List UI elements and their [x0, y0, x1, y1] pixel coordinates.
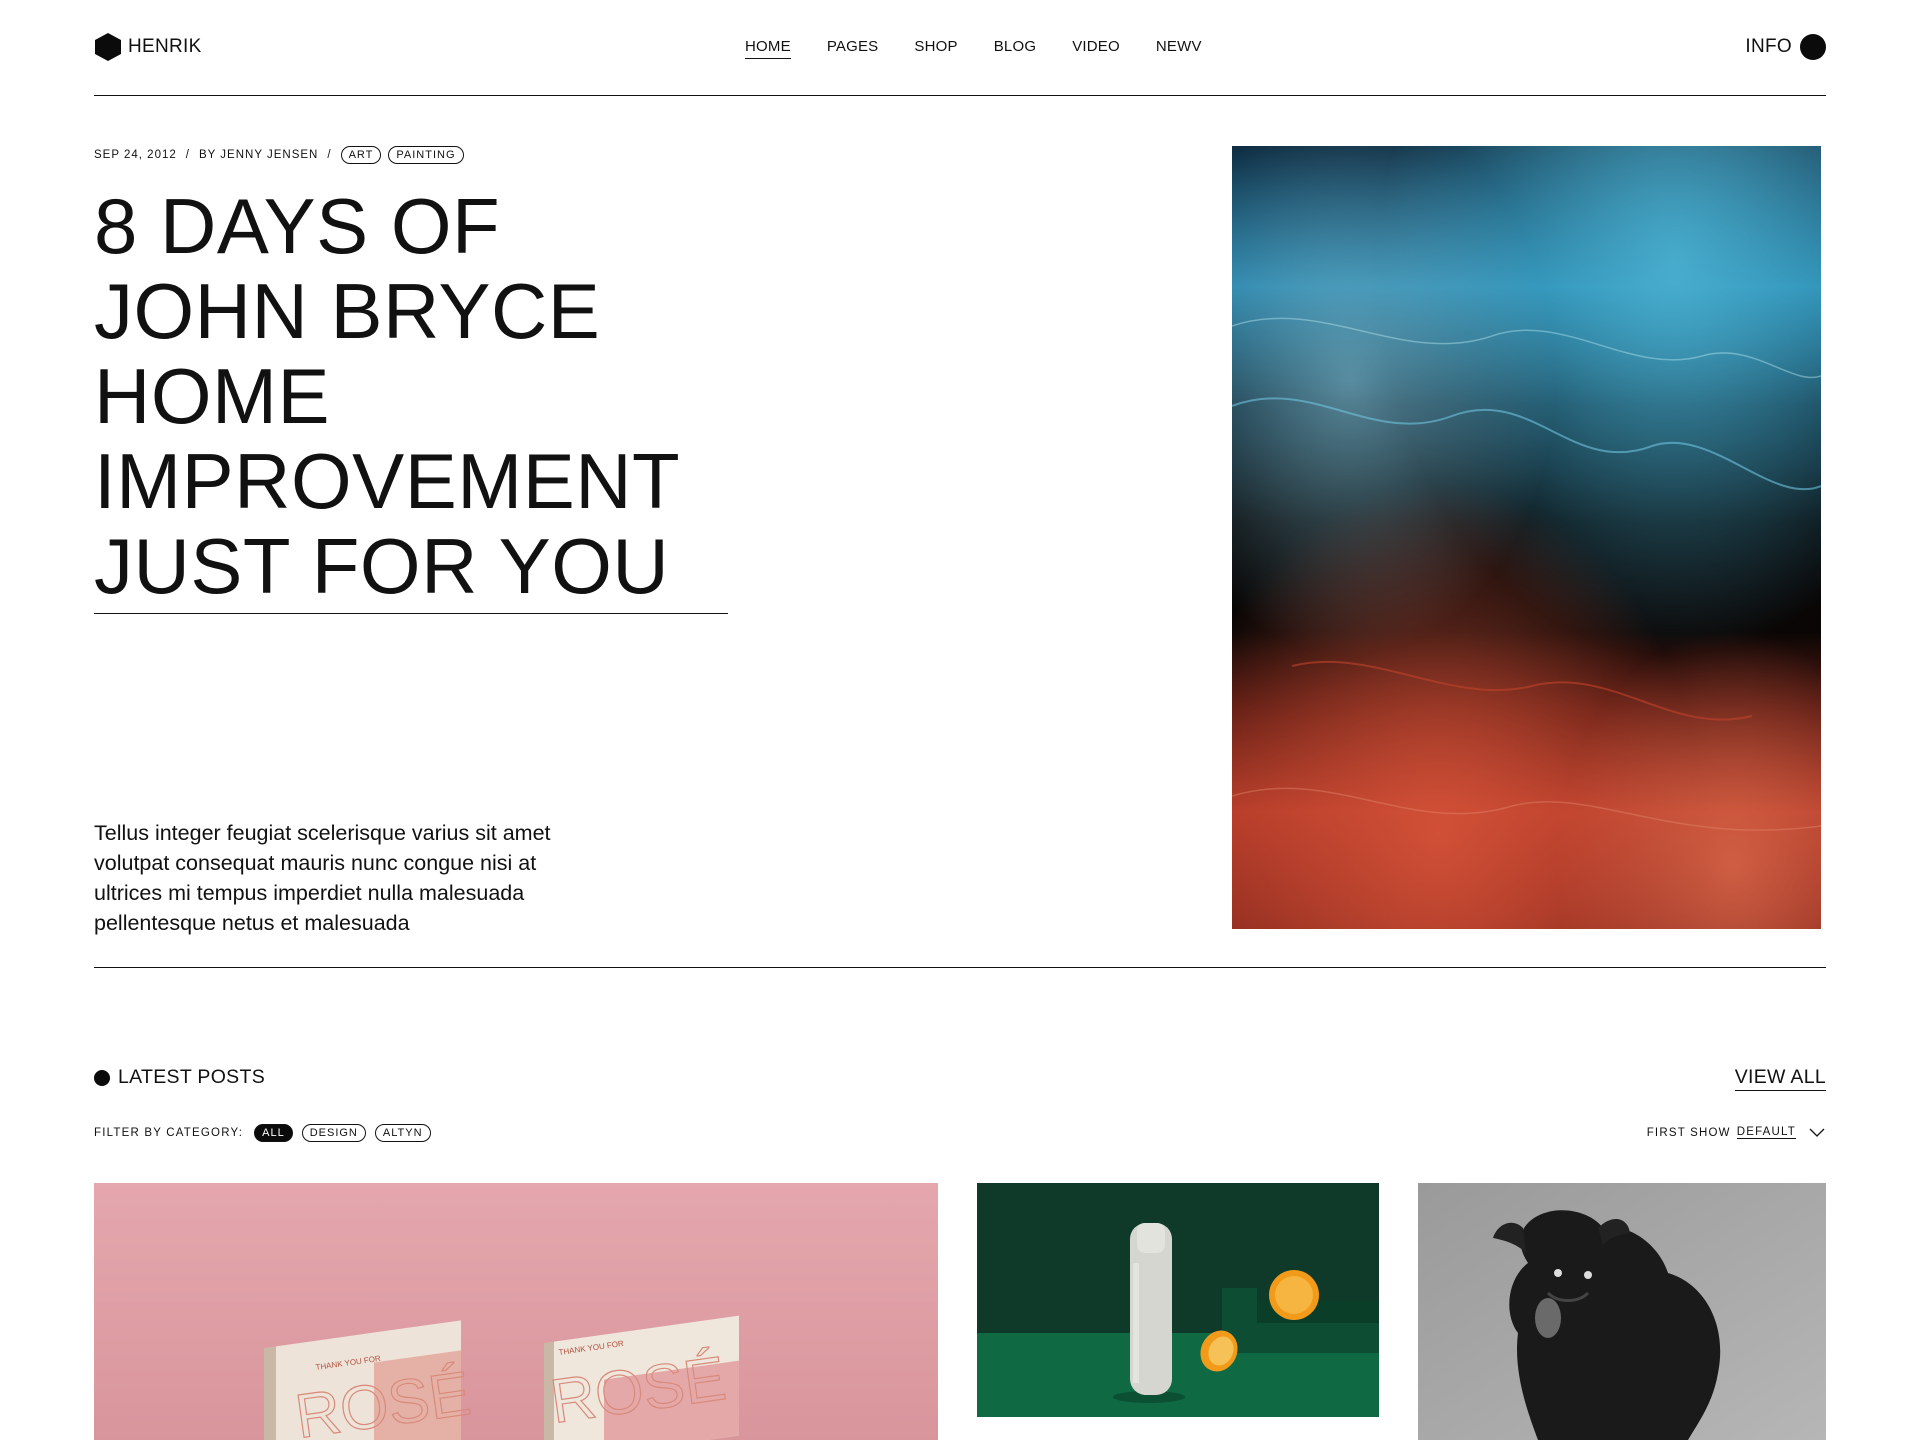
brand-name: HENRIK [128, 36, 202, 57]
category-filter: FILTER BY CATEGORY: ALL DESIGN ALTYN [94, 1124, 431, 1142]
nav-item-video[interactable]: VIDEO [1072, 38, 1120, 59]
site-header: HENRIK HOME PAGES SHOP BLOG VIDEO NEWV I… [94, 0, 1826, 96]
green-bottle-image [977, 1183, 1379, 1417]
post-date: SEP 24, 2012 [94, 149, 177, 161]
circle-dot-icon [94, 1069, 110, 1086]
latest-posts-heading: LATEST POSTS [94, 1066, 265, 1089]
post-title[interactable]: 8 DAYS OF JOHN BRYCE HOME IMPROVEMENT JU… [94, 184, 728, 614]
view-all-link[interactable]: VIEW ALL [1734, 1066, 1826, 1091]
post-excerpt: Tellus integer feugiat scelerisque variu… [94, 821, 551, 935]
filter-label: FILTER BY CATEGORY: [94, 1127, 244, 1139]
info-button[interactable]: INFO [1745, 34, 1826, 60]
pink-books-image: THANK YOU FOR ROSÉ THANK YOU FOR ROSÉ [94, 1183, 938, 1440]
tag-art[interactable]: ART [340, 146, 382, 164]
sort-value: DEFAULT [1736, 1126, 1796, 1139]
filter-chip-design[interactable]: DESIGN [301, 1124, 366, 1142]
latest-posts-title: LATEST POSTS [118, 1066, 266, 1088]
section-divider [94, 967, 1826, 968]
filter-chip-altyn[interactable]: ALTYN [374, 1124, 431, 1142]
meta-separator: / [185, 149, 190, 161]
hexagon-logo-icon [95, 33, 121, 61]
filter-chip-all[interactable]: ALL [254, 1124, 293, 1142]
sort-label: FIRST SHOW [1646, 1126, 1731, 1139]
hero-image[interactable] [1232, 146, 1821, 929]
post-card-dog[interactable] [1418, 1183, 1826, 1440]
nav-item-newv[interactable]: NEWV [1156, 38, 1202, 59]
black-white-dog-image [1418, 1183, 1826, 1440]
circle-dot-icon [1800, 34, 1826, 60]
abstract-fluid-art-image [1232, 146, 1821, 929]
nav-item-blog[interactable]: BLOG [994, 38, 1036, 59]
post-card-books[interactable]: THANK YOU FOR ROSÉ THANK YOU FOR ROSÉ [94, 1183, 938, 1440]
nav-item-pages[interactable]: PAGES [827, 38, 879, 59]
post-card-bottle[interactable] [977, 1183, 1379, 1417]
brand-logo[interactable]: HENRIK [94, 32, 202, 62]
chevron-down-icon [1809, 1128, 1825, 1137]
nav-item-shop[interactable]: SHOP [914, 38, 957, 59]
sort-dropdown[interactable]: FIRST SHOW DEFAULT [1647, 1126, 1826, 1139]
info-label: INFO [1745, 36, 1792, 57]
post-author[interactable]: BY JENNY JENSEN [199, 149, 318, 161]
nav-item-home[interactable]: HOME [745, 38, 791, 59]
post-meta: SEP 24, 2012 / BY JENNY JENSEN / ART PAI… [94, 146, 464, 164]
tag-painting[interactable]: PAINTING [388, 146, 464, 164]
meta-separator: / [327, 149, 332, 161]
main-nav: HOME PAGES SHOP BLOG VIDEO NEWV [745, 38, 1202, 59]
